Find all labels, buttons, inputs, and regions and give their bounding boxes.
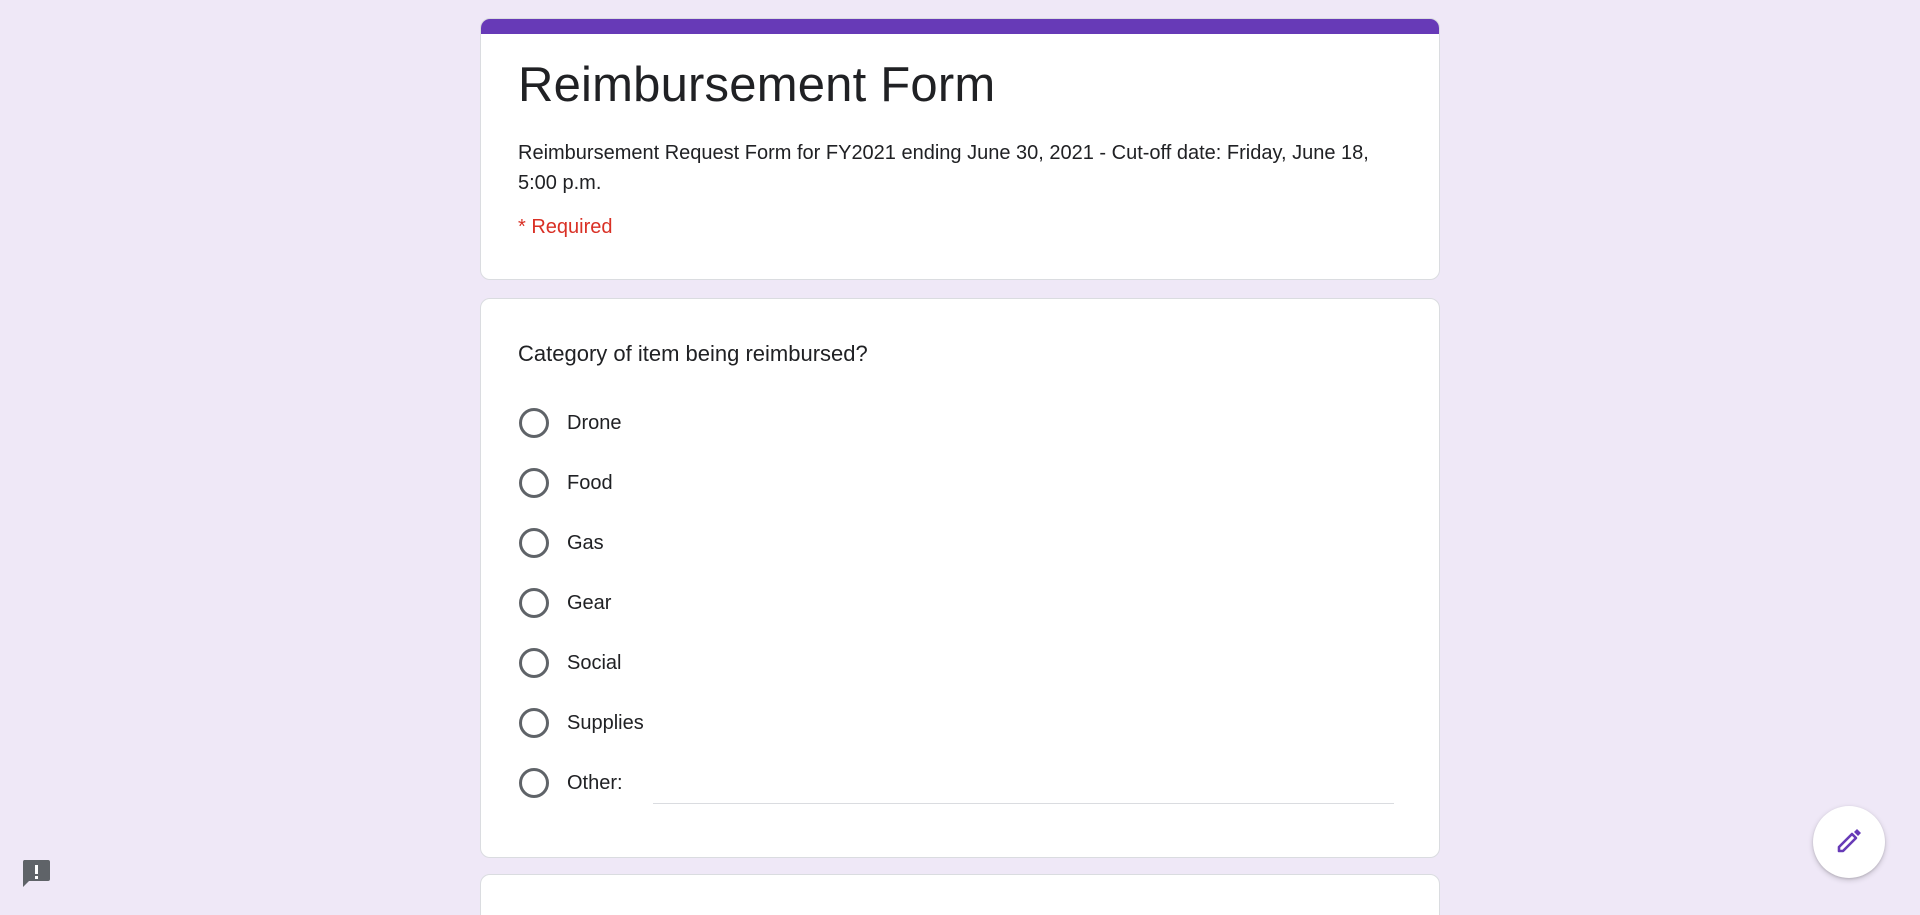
option-label: Drone (567, 411, 622, 434)
option-label: Gear (567, 591, 612, 614)
radio-button[interactable] (519, 408, 549, 438)
question-card: Category of item being reimbursed? Drone… (480, 298, 1440, 858)
radio-button[interactable] (519, 648, 549, 678)
option-social[interactable]: Social (518, 633, 1402, 693)
form-description: Reimbursement Request Form for FY2021 en… (518, 142, 1369, 194)
accent-bar (481, 19, 1439, 34)
form-header-card: Reimbursement Form Reimbursement Request… (480, 18, 1440, 280)
option-label: Other: (567, 771, 623, 794)
option-label: Food (567, 471, 613, 494)
option-gas[interactable]: Gas (518, 513, 1402, 573)
radio-button[interactable] (519, 708, 549, 738)
radio-button[interactable] (519, 768, 549, 798)
form-title: Reimbursement Form (518, 58, 996, 112)
option-gear[interactable]: Gear (518, 573, 1402, 633)
edit-button[interactable] (1813, 806, 1885, 878)
radio-button[interactable] (519, 588, 549, 618)
option-label: Social (567, 651, 622, 674)
next-question-card (480, 874, 1440, 915)
required-note: * Required (518, 216, 613, 238)
pencil-icon (1834, 825, 1864, 860)
other-text-input[interactable] (652, 770, 1394, 804)
option-drone[interactable]: Drone (518, 393, 1402, 453)
option-supplies[interactable]: Supplies (518, 693, 1402, 753)
radio-button[interactable] (519, 468, 549, 498)
option-other[interactable]: Other: (518, 753, 1402, 813)
header-content: Reimbursement Form Reimbursement Request… (481, 34, 1439, 239)
radio-button[interactable] (519, 528, 549, 558)
feedback-icon[interactable] (20, 857, 52, 889)
option-food[interactable]: Food (518, 453, 1402, 513)
option-label: Supplies (567, 711, 644, 734)
question-title: Category of item being reimbursed? (518, 341, 868, 366)
option-label: Gas (567, 531, 604, 554)
radio-options: Drone Food Gas Gear Social Supplies Othe… (518, 393, 1402, 813)
form-page: Reimbursement Form Reimbursement Request… (0, 0, 1920, 915)
form-column: Reimbursement Form Reimbursement Request… (480, 18, 1440, 858)
